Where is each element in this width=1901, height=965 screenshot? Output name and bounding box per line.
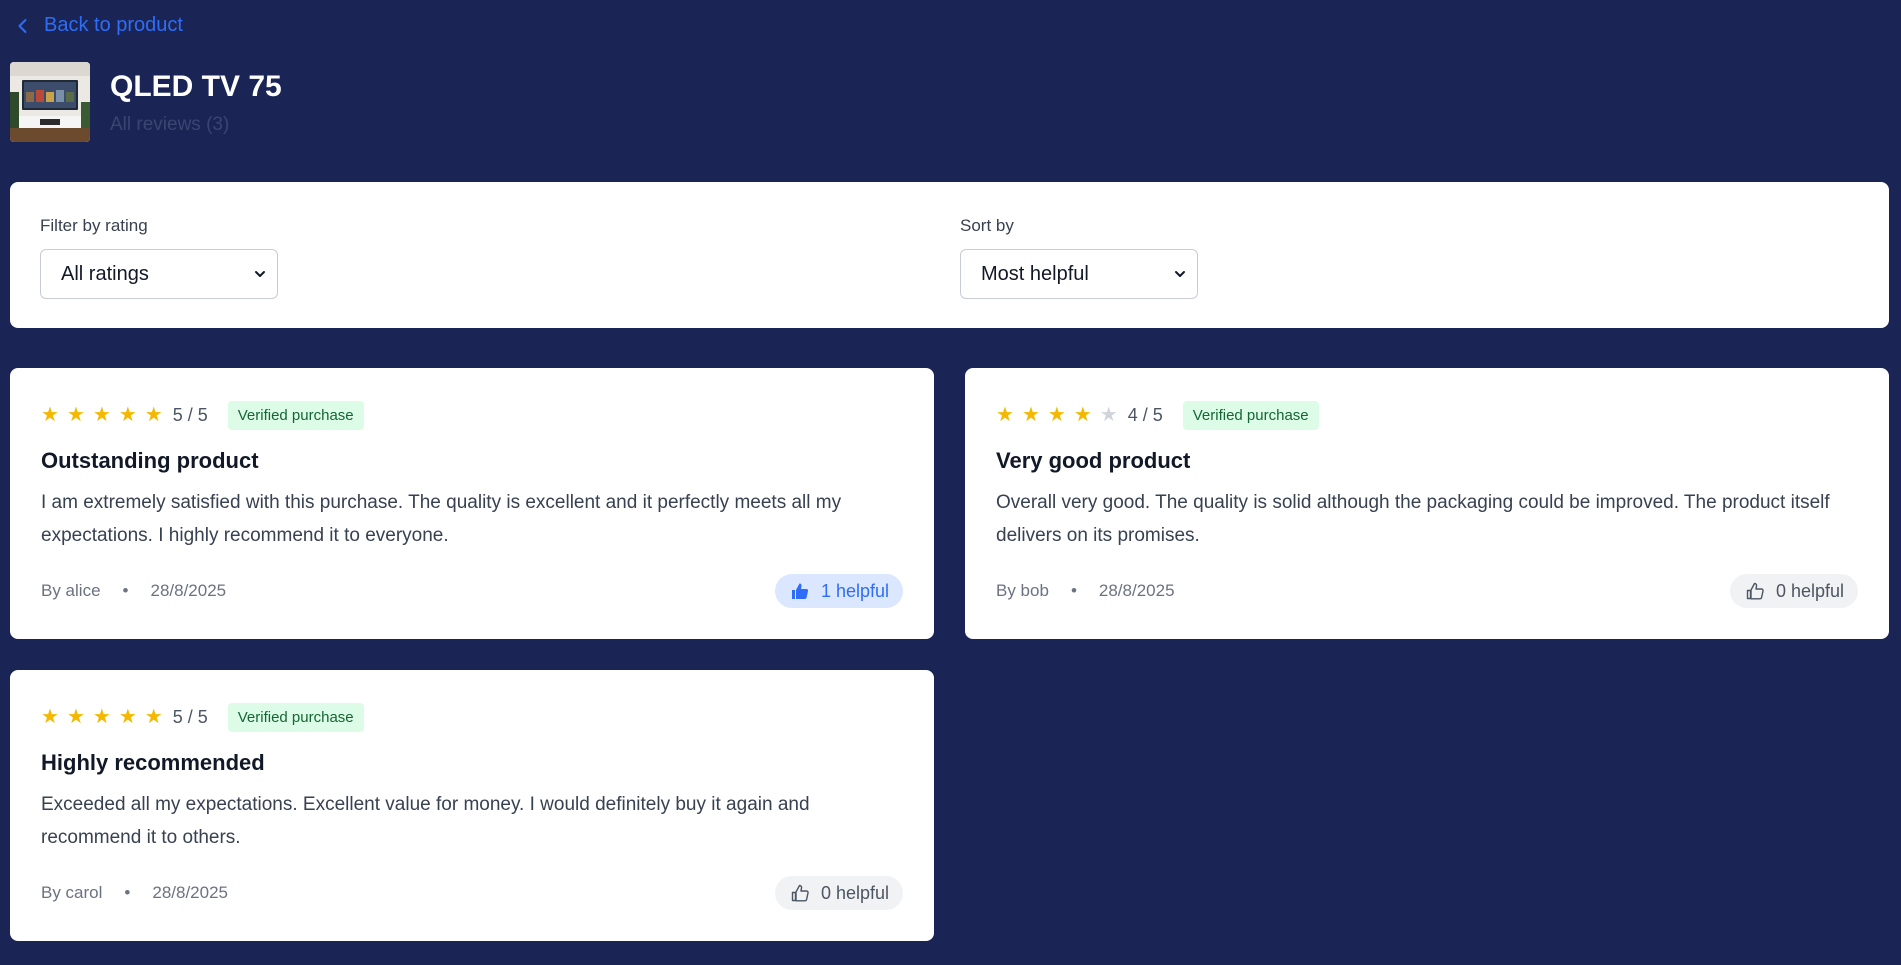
- rating-filter-select[interactable]: All ratings: [40, 249, 278, 299]
- verified-badge: Verified purchase: [227, 400, 364, 430]
- review-footer: By alice • 28/8/2025 1 helpful: [41, 573, 903, 609]
- rating-filter-value: All ratings: [61, 262, 149, 285]
- rating-row: ★ ★ ★ ★ ★ 5 / 5 Verified purchase: [41, 702, 903, 732]
- review-meta: By alice • 28/8/2025: [41, 581, 226, 601]
- review-footer: By bob • 28/8/2025 0 helpful: [996, 573, 1858, 609]
- review-title: Very good product: [996, 448, 1191, 473]
- star-icon: ★: [118, 706, 137, 728]
- helpful-count: 0 helpful: [820, 882, 889, 903]
- separator-dot: •: [1070, 581, 1077, 600]
- star-rating: ★ ★ ★ ★ ★: [41, 707, 163, 727]
- sort-group: Sort by Most helpful: [960, 216, 1198, 299]
- tv-image: [10, 62, 90, 142]
- helpful-button[interactable]: 0 helpful: [774, 876, 903, 910]
- star-rating: ★ ★ ★ ★ ★: [41, 405, 163, 425]
- back-link-label: Back to product: [44, 14, 183, 36]
- star-icon: ★: [1099, 404, 1118, 426]
- sort-select[interactable]: Most helpful: [960, 249, 1198, 299]
- review-body: I am extremely satisfied with this purch…: [41, 492, 842, 546]
- thumbs-up-outline-icon: [1746, 582, 1764, 600]
- verified-badge: Verified purchase: [227, 702, 364, 732]
- helpful-button[interactable]: 0 helpful: [1729, 574, 1858, 608]
- rating-row: ★ ★ ★ ★ ★ 4 / 5 Verified purchase: [996, 400, 1858, 430]
- review-title: Outstanding product: [41, 448, 259, 473]
- helpful-count: 1 helpful: [820, 580, 889, 601]
- star-icon: ★: [1073, 404, 1092, 426]
- star-icon: ★: [144, 404, 163, 426]
- rating-filter-label: Filter by rating: [40, 216, 148, 235]
- thumbs-up-outline-icon: [791, 884, 809, 902]
- review-body: Exceeded all my expectations. Excellent …: [41, 794, 810, 848]
- sort-value: Most helpful: [981, 262, 1089, 285]
- review-date: 28/8/2025: [150, 581, 227, 600]
- review-author: By bob: [996, 581, 1049, 600]
- review-title: Highly recommended: [41, 750, 265, 775]
- rating-text: 5 / 5: [172, 404, 208, 425]
- rating-text: 4 / 5: [1127, 404, 1163, 425]
- review-body: Overall very good. The quality is solid …: [996, 492, 1830, 546]
- review-meta: By carol • 28/8/2025: [41, 883, 228, 903]
- star-icon: ★: [996, 404, 1014, 426]
- star-icon: ★: [92, 404, 111, 426]
- star-icon: ★: [118, 404, 137, 426]
- review-date: 28/8/2025: [152, 883, 229, 902]
- star-icon: ★: [92, 706, 111, 728]
- rating-text: 5 / 5: [172, 706, 208, 727]
- filter-panel: Filter by rating All ratings Sort by Mos…: [10, 182, 1889, 328]
- star-icon: ★: [66, 706, 85, 728]
- back-to-product-link[interactable]: Back to product: [14, 14, 183, 37]
- separator-dot: •: [124, 883, 131, 902]
- star-icon: ★: [1021, 404, 1040, 426]
- star-icon: ★: [41, 404, 59, 426]
- product-header: QLED TV 75 All reviews (3): [10, 62, 282, 142]
- helpful-count: 0 helpful: [1775, 580, 1844, 601]
- product-title: QLED TV 75: [110, 70, 282, 103]
- chevron-down-icon: [255, 271, 265, 277]
- chevron-left-icon: [18, 18, 27, 33]
- rating-filter-group: Filter by rating All ratings: [40, 216, 278, 299]
- separator-dot: •: [122, 581, 129, 600]
- rating-row: ★ ★ ★ ★ ★ 5 / 5 Verified purchase: [41, 400, 903, 430]
- verified-badge: Verified purchase: [1182, 400, 1319, 430]
- review-meta: By bob • 28/8/2025: [996, 581, 1175, 601]
- star-rating: ★ ★ ★ ★ ★: [996, 405, 1118, 425]
- chevron-down-icon: [1175, 271, 1185, 277]
- star-icon: ★: [66, 404, 85, 426]
- star-icon: ★: [144, 706, 163, 728]
- product-thumbnail: [10, 62, 90, 142]
- review-author: By alice: [41, 581, 101, 600]
- helpful-button[interactable]: 1 helpful: [774, 574, 903, 608]
- star-icon: ★: [41, 706, 59, 728]
- star-icon: ★: [1047, 404, 1066, 426]
- review-card: ★ ★ ★ ★ ★ 5 / 5 Verified purchase Outsta…: [10, 368, 934, 639]
- review-footer: By carol • 28/8/2025 0 helpful: [41, 875, 903, 911]
- review-author: By carol: [41, 883, 103, 902]
- reviews-count: All reviews (3): [110, 114, 230, 135]
- review-card: ★ ★ ★ ★ ★ 4 / 5 Verified purchase Very g…: [965, 368, 1889, 639]
- sort-label: Sort by: [960, 216, 1014, 235]
- thumbs-up-icon: [791, 583, 809, 599]
- review-date: 28/8/2025: [1098, 581, 1175, 600]
- review-card: ★ ★ ★ ★ ★ 5 / 5 Verified purchase Highly…: [10, 670, 934, 941]
